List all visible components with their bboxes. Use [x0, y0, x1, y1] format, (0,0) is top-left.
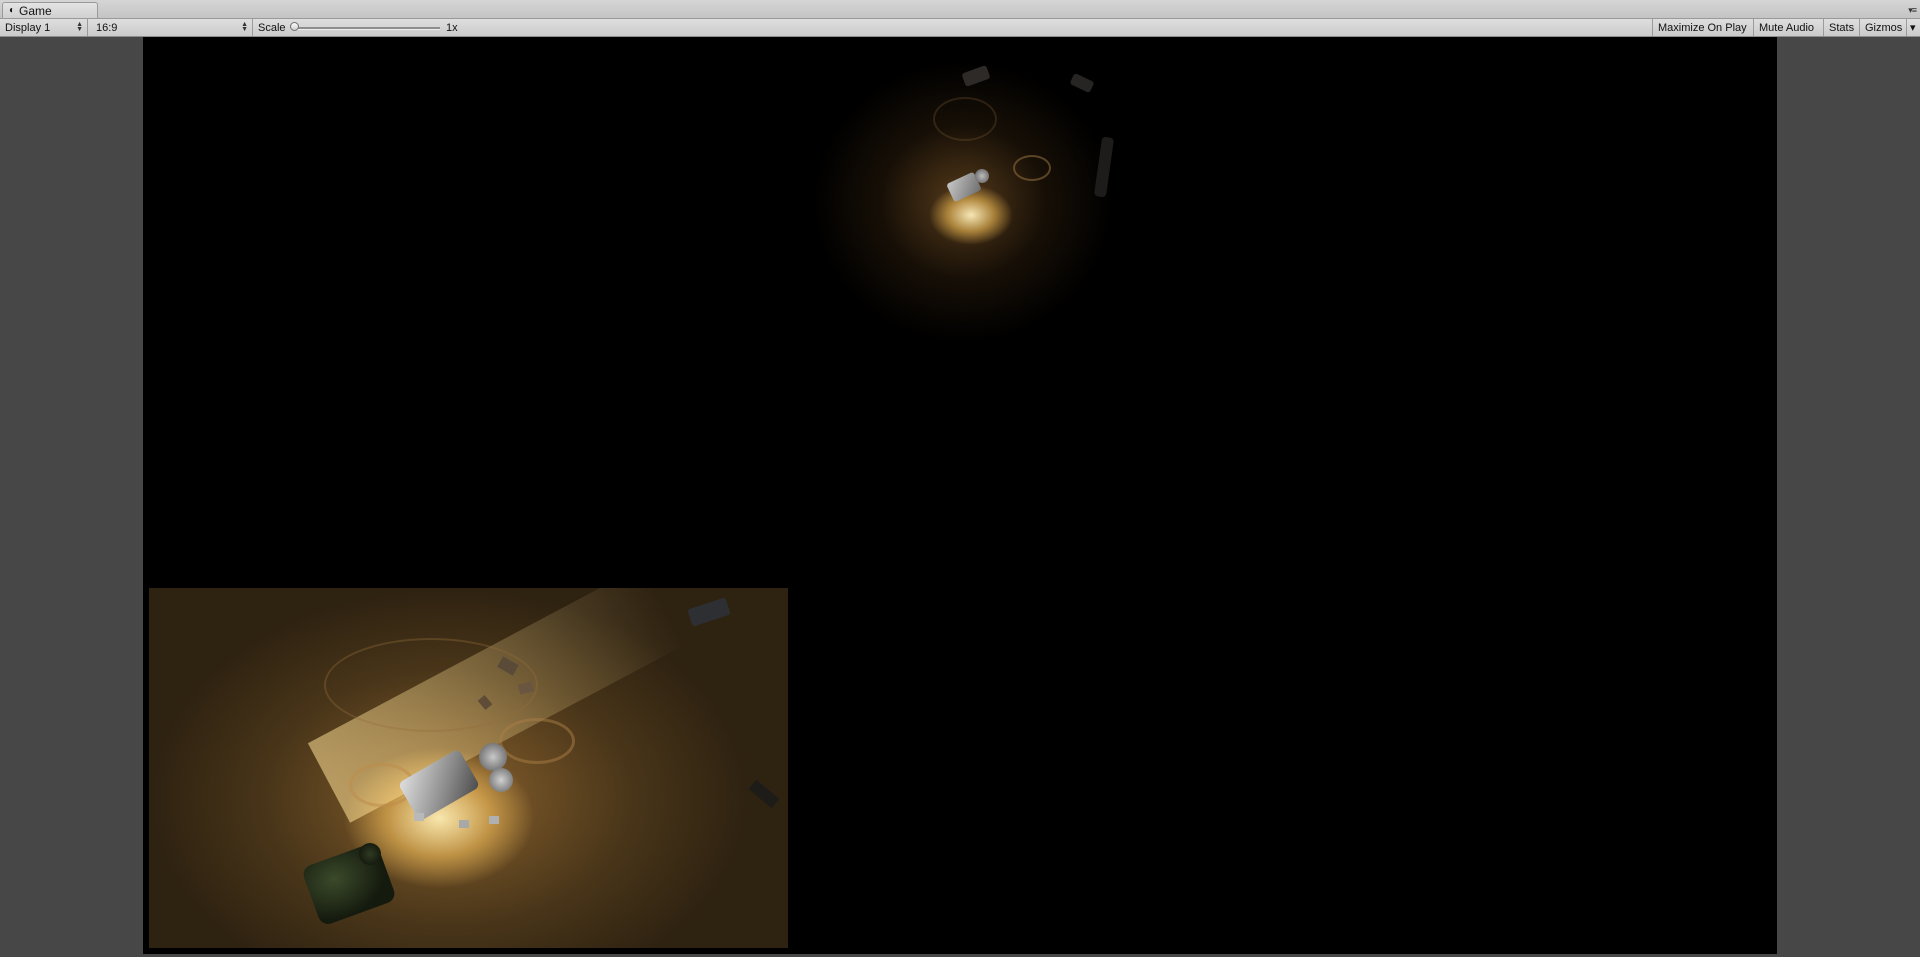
vehicle-turret [975, 169, 989, 183]
scale-label: Scale [258, 21, 286, 34]
crater-ring [324, 638, 538, 732]
crate-shape [459, 820, 469, 828]
gizmos-dropdown[interactable]: Gizmos [1859, 19, 1907, 36]
game-tab-label: Game [19, 3, 52, 18]
rock-shape [1093, 136, 1115, 198]
display-select[interactable]: Display 1 ▲ ▼ [0, 19, 88, 36]
mute-audio-toggle[interactable]: Mute Audio [1753, 19, 1823, 36]
aspect-ratio-value: 16:9 [96, 21, 118, 34]
game-controller-icon: ◐ [9, 4, 16, 16]
aspect-ratio-select[interactable]: 16:9 ▲ ▼ [91, 19, 253, 36]
player-tank [300, 841, 398, 927]
crater-ring [499, 718, 575, 764]
vehicle-turret [479, 743, 507, 771]
maximize-on-play-toggle[interactable]: Maximize On Play [1652, 19, 1753, 36]
game-viewport[interactable] [0, 37, 1920, 957]
dropdown-arrows-icon: ▲ ▼ [241, 21, 248, 33]
gizmos-dropdown-arrow-icon[interactable]: ▾ [1906, 19, 1920, 36]
stats-toggle[interactable]: Stats [1823, 19, 1859, 36]
dropdown-arrows-icon: ▲ ▼ [76, 21, 83, 33]
scale-value: 1x [446, 21, 458, 34]
crate-shape [414, 813, 424, 821]
main-camera-render [143, 37, 1777, 587]
window-tab-strip: ◐ Game ▾≡ [0, 0, 1920, 19]
scale-slider-track[interactable] [293, 27, 440, 30]
crater-ring [933, 97, 997, 141]
game-view-toolbar: Display 1 ▲ ▼ 16:9 ▲ ▼ Scale 1x Maximize O… [0, 19, 1920, 37]
crater-ring [1013, 155, 1051, 181]
game-render-area[interactable] [143, 37, 1777, 954]
vehicle-turret [489, 768, 513, 792]
game-tab[interactable]: ◐ Game [2, 2, 98, 18]
rock-shape [687, 597, 731, 627]
rock-shape [748, 779, 780, 809]
rock-shape [961, 64, 991, 88]
window-menu-icon[interactable]: ▾≡ [1908, 5, 1917, 16]
scale-slider-thumb[interactable] [290, 22, 299, 31]
player-tank-turret [359, 843, 381, 865]
display-select-value: Display 1 [5, 21, 51, 34]
rock-shape [1069, 72, 1095, 94]
secondary-camera-render [149, 588, 788, 948]
crate-shape [489, 816, 499, 824]
